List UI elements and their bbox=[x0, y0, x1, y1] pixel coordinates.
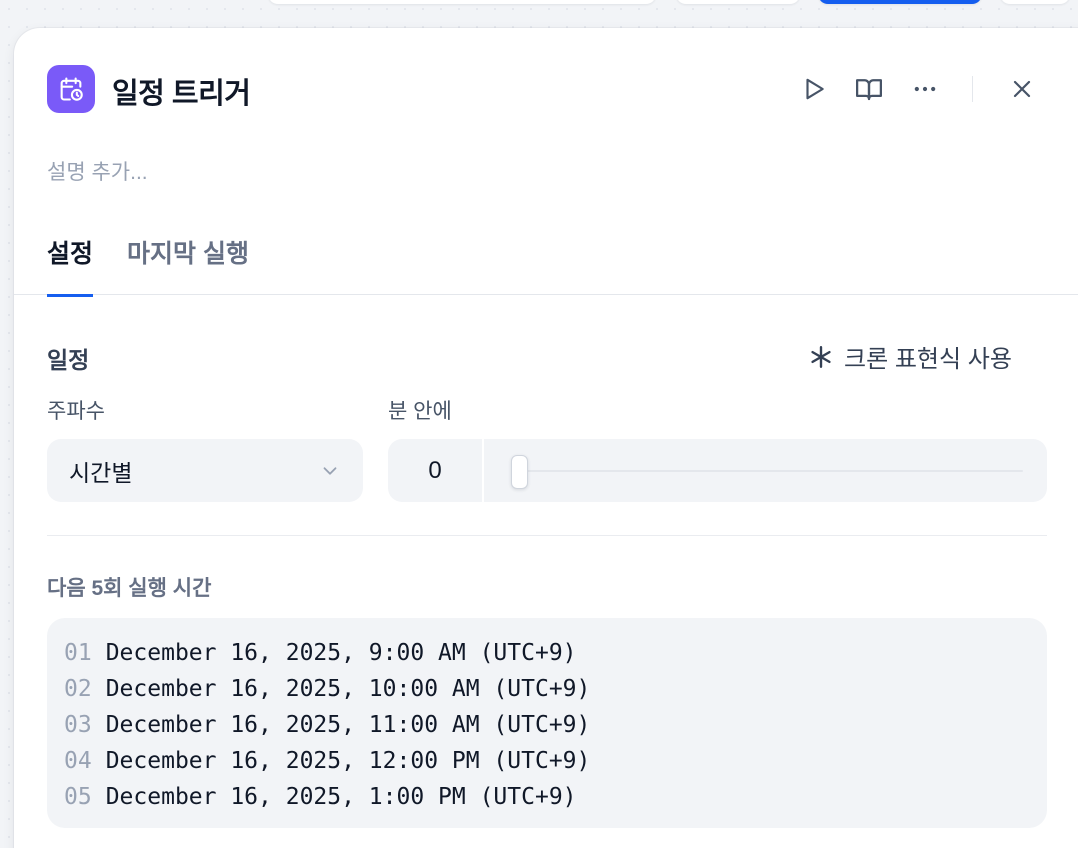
panel-tabs: 설정 마지막 실행 bbox=[14, 224, 1078, 297]
chevron-down-icon bbox=[323, 466, 337, 475]
asterisk-icon bbox=[811, 345, 831, 368]
list-item: 03 December 16, 2025, 11:00 AM (UTC+9) bbox=[64, 712, 591, 738]
minute-label: 분 안에 bbox=[388, 400, 452, 423]
list-item: 04 December 16, 2025, 12:00 PM (UTC+9) bbox=[64, 748, 591, 774]
panel-title[interactable]: 일정 트리거 bbox=[112, 70, 251, 112]
header-divider bbox=[972, 76, 973, 102]
next-runs-list: 01 December 16, 2025, 9:00 AM (UTC+9) 02 D… bbox=[47, 618, 1047, 828]
tab-last-run[interactable]: 마지막 실행 bbox=[127, 234, 249, 294]
frequency-value: 시간별 bbox=[69, 459, 133, 486]
next-runs-title: 다음 5회 실행 시간 bbox=[47, 577, 212, 600]
schedule-section-title: 일정 bbox=[47, 347, 90, 373]
panel-header: 일정 트리거 bbox=[14, 28, 1078, 148]
book-open-icon bbox=[856, 79, 882, 101]
list-item: 05 December 16, 2025, 1:00 PM (UTC+9) bbox=[64, 784, 577, 810]
tab-settings[interactable]: 설정 bbox=[47, 234, 94, 297]
top-toolbar-primary-button[interactable] bbox=[818, 0, 982, 4]
calendar-clock-icon bbox=[47, 65, 95, 113]
slider-thumb[interactable] bbox=[511, 455, 528, 489]
minute-input[interactable]: 0 bbox=[388, 439, 484, 502]
run-button[interactable] bbox=[797, 72, 831, 106]
node-settings-panel: 일정 트리거 설명 추가... 설정 마지막 실행 일정 크론 표현식 사용 주… bbox=[14, 28, 1078, 848]
frequency-label: 주파수 bbox=[47, 400, 105, 423]
minute-control: 0 bbox=[388, 439, 1047, 502]
section-divider bbox=[47, 535, 1047, 536]
minute-slider[interactable] bbox=[484, 439, 1047, 502]
list-item: 01 December 16, 2025, 9:00 AM (UTC+9) bbox=[64, 640, 577, 666]
more-button[interactable] bbox=[908, 72, 942, 106]
description-input[interactable]: 설명 추가... bbox=[47, 156, 148, 186]
slider-track bbox=[516, 470, 1023, 472]
frequency-select[interactable]: 시간별 bbox=[47, 439, 363, 502]
docs-button[interactable] bbox=[852, 72, 886, 106]
use-cron-expression-button[interactable]: 크론 표현식 사용 bbox=[808, 339, 1012, 374]
top-toolbar-button-secondary[interactable] bbox=[1000, 0, 1070, 4]
list-item: 02 December 16, 2025, 10:00 AM (UTC+9) bbox=[64, 676, 591, 702]
top-toolbar-button[interactable] bbox=[676, 0, 800, 4]
play-icon bbox=[806, 78, 824, 100]
close-icon bbox=[1013, 80, 1031, 98]
close-button[interactable] bbox=[1005, 72, 1039, 106]
more-horizontal-icon bbox=[914, 86, 936, 92]
top-toolbar-field[interactable] bbox=[268, 0, 656, 4]
cron-toggle-label: 크론 표현식 사용 bbox=[844, 346, 1012, 373]
